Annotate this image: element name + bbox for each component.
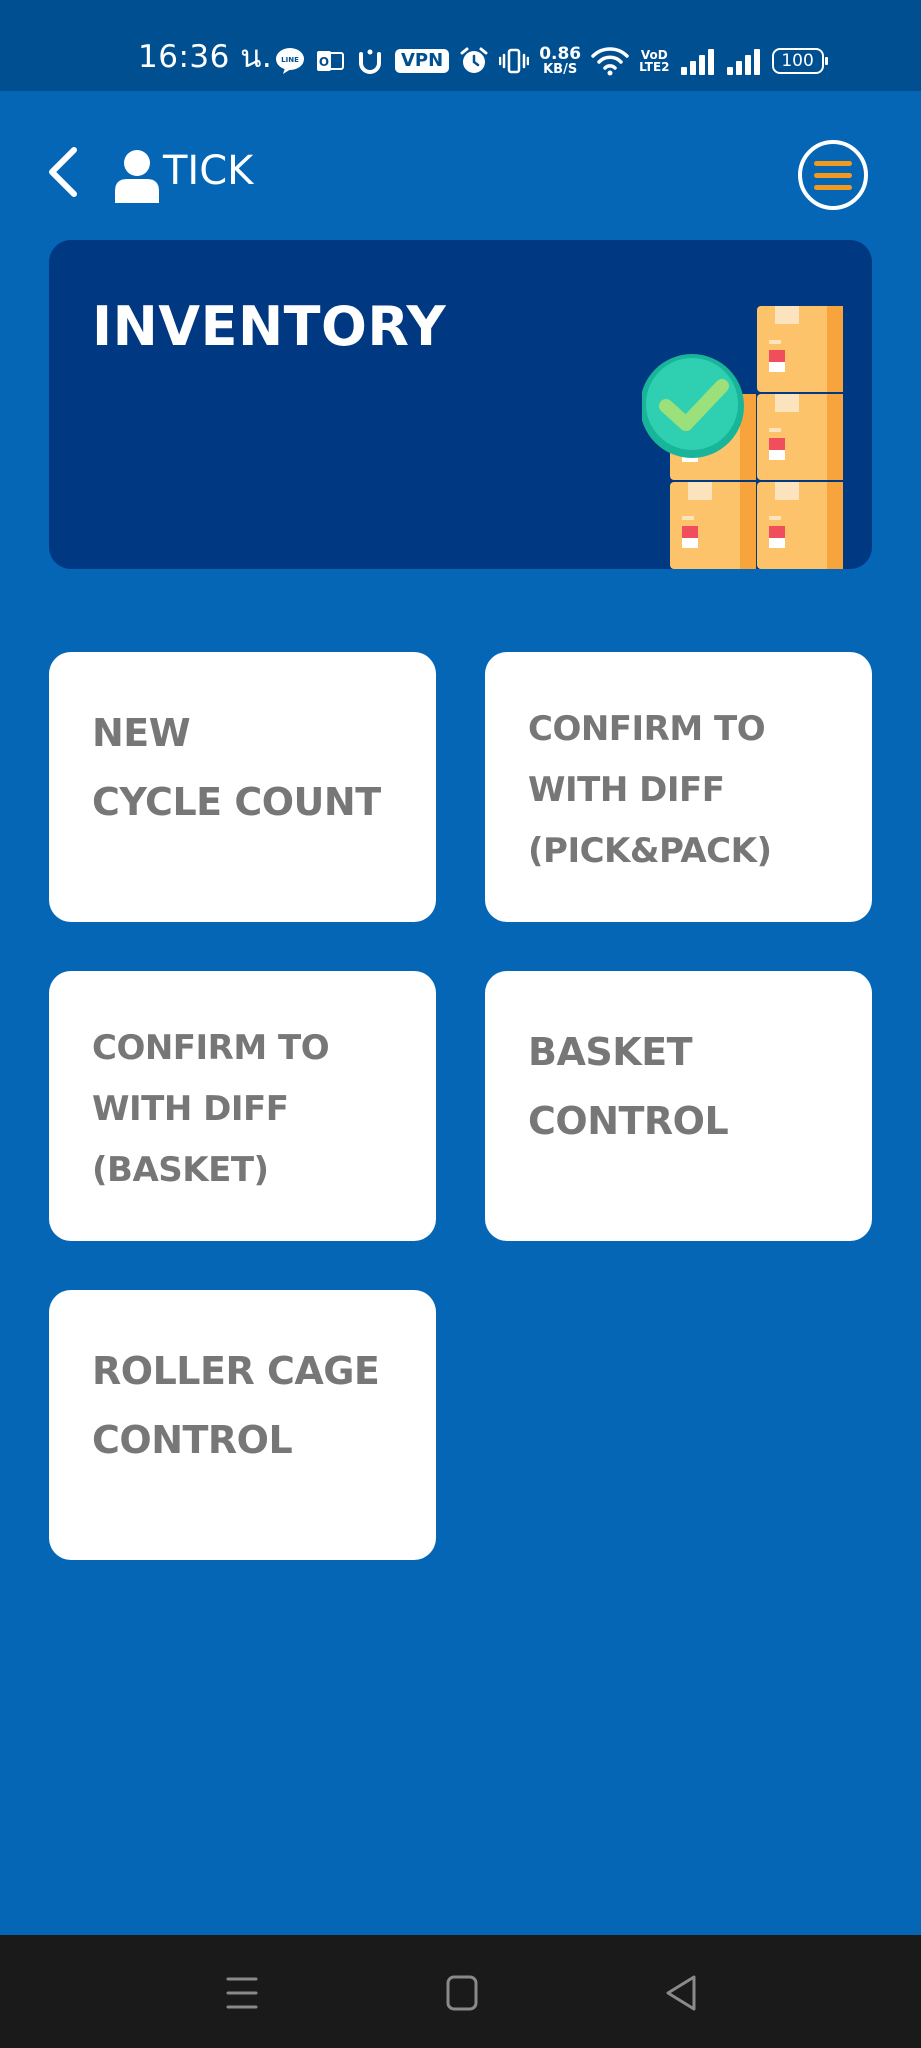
tile-label-line: (BASKET) [92, 1150, 269, 1190]
vibrate-icon [499, 48, 530, 74]
signal-icon [680, 49, 714, 75]
tile-label-line: CYCLE COUNT [92, 780, 381, 824]
back-nav-button[interactable] [660, 1973, 704, 2013]
home-button[interactable] [440, 1973, 484, 2013]
recent-apps-icon [226, 1977, 258, 2009]
app-header: TICK [0, 91, 921, 239]
tile-label-line: ROLLER CAGE [92, 1349, 380, 1393]
tile-label-line: WITH DIFF [92, 1089, 289, 1129]
tile-label-line: CONFIRM TO [528, 709, 766, 749]
tile-label-line: CONTROL [528, 1099, 729, 1143]
tile-confirm-to-with-diff-basket[interactable]: CONFIRM TO WITH DIFF (BASKET) [49, 971, 436, 1241]
battery-level: 100 [781, 51, 814, 71]
wifi-icon [591, 47, 629, 76]
person-icon [115, 150, 159, 203]
vpn-icon: VPN [395, 49, 450, 73]
tile-label-line: WITH DIFF [528, 770, 725, 810]
volte-indicator: VoD LTE2 [639, 49, 669, 73]
hamburger-menu-icon [814, 161, 852, 166]
tile-roller-cage-control[interactable]: ROLLER CAGE CONTROL [49, 1290, 436, 1560]
signal-icon [726, 49, 760, 75]
tile-label-line: CONTROL [92, 1418, 293, 1462]
user-name: TICK [163, 148, 254, 194]
home-icon [446, 1975, 478, 2011]
back-button[interactable] [44, 144, 84, 200]
tile-confirm-to-with-diff-pick-pack[interactable]: CONFIRM TO WITH DIFF (PICK&PACK) [485, 652, 872, 922]
tile-label-line: NEW [92, 711, 191, 755]
boxes-with-checkmark-icon [642, 306, 843, 569]
system-nav-bar [0, 1935, 921, 2048]
recent-apps-button[interactable] [220, 1973, 264, 2013]
back-triangle-icon [666, 1975, 696, 2011]
status-icons: LINE O VPN 0.86 KB/S VoD LTE2 100 [275, 38, 828, 84]
inventory-banner: INVENTORY [49, 240, 872, 569]
tile-label-line: BASKET [528, 1030, 693, 1074]
outlook-icon: O [317, 51, 344, 71]
line-icon: LINE [276, 48, 304, 74]
net-speed-value: 0.86 [539, 44, 582, 64]
status-bar: 16:36 น. LINE O VPN 0.86 KB/S VoD LTE2 1… [0, 0, 921, 91]
chevron-left-icon [49, 147, 77, 197]
status-time: 16:36 น. [138, 39, 273, 75]
svg-text:O: O [319, 55, 329, 69]
battery-icon: 100 [771, 48, 828, 74]
net-speed: 0.86 KB/S [539, 44, 582, 77]
tile-label-line: (PICK&PACK) [528, 831, 772, 871]
tile-label-line: CONFIRM TO [92, 1028, 330, 1068]
svg-text:LINE: LINE [281, 56, 299, 64]
volte-bottom: LTE2 [639, 60, 670, 74]
menu-button[interactable] [798, 140, 868, 210]
banner-title: INVENTORY [92, 295, 447, 358]
tile-basket-control[interactable]: BASKET CONTROL [485, 971, 872, 1241]
net-speed-unit: KB/S [543, 62, 578, 77]
tile-new-cycle-count[interactable]: NEW CYCLE COUNT [49, 652, 436, 922]
alarm-icon [460, 47, 488, 73]
u-icon [359, 49, 381, 74]
